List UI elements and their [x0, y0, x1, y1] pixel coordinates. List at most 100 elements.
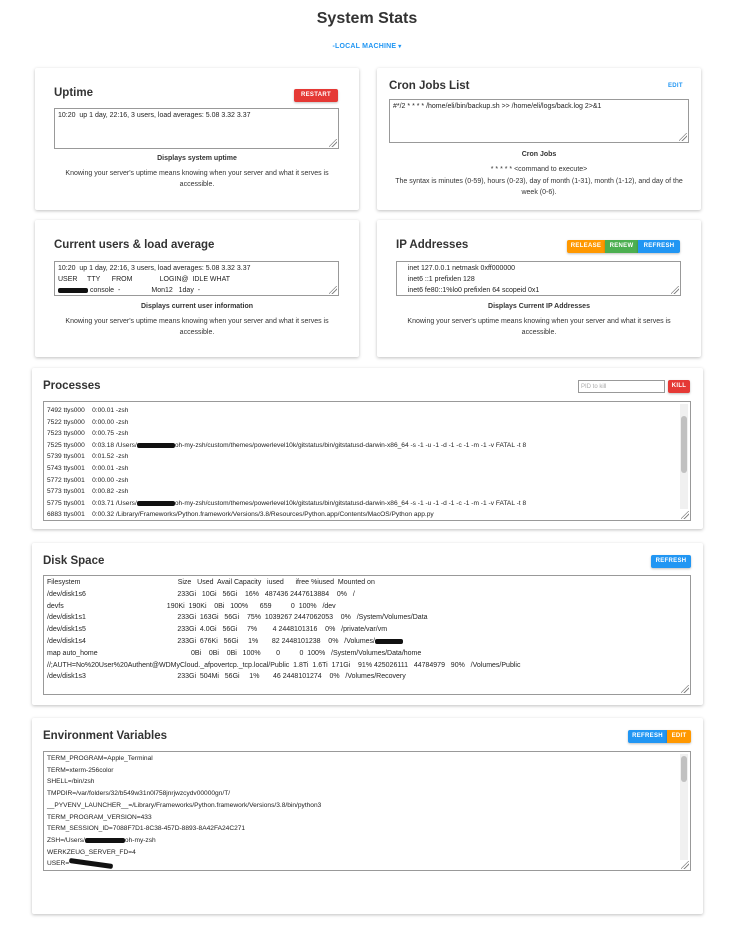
machine-select[interactable]: -LOCAL MACHINE ▾	[0, 43, 734, 50]
ip-description: Knowing your server's uptime means knowi…	[407, 318, 671, 336]
users-line: 10:20 up 1 day, 22:16, 3 users, load ave…	[58, 265, 251, 272]
env-row: TERM_SESSION_ID=7088F7D1-8C38-457D-8893-…	[47, 825, 246, 833]
refresh-button[interactable]: REFRESH	[638, 240, 680, 253]
processes-scrollbar[interactable]	[680, 404, 688, 509]
process-row-head: 5775 ttys001 0:03.71 /Users/	[47, 499, 137, 507]
resize-handle-icon[interactable]	[681, 685, 689, 693]
ip-caption: Displays Current IP Addresses	[488, 303, 590, 310]
disk-row: devfs 190Ki 190Ki 0Bi 100% 659 0 100% /d…	[47, 602, 336, 610]
resize-handle-icon[interactable]	[329, 286, 337, 294]
chevron-down-icon: ▾	[398, 44, 402, 50]
disk-refresh-button[interactable]: REFRESH	[651, 555, 691, 568]
resize-handle-icon[interactable]	[329, 139, 337, 147]
page-title: System Stats	[316, 10, 418, 27]
ip-card: IP Addresses RELEASE RENEW REFRESH inet …	[377, 220, 701, 357]
disk-row: /dev/disk1s1 233Gi 163Gi 56Gi 75% 103926…	[47, 614, 428, 622]
processes-scroll-thumb[interactable]	[681, 416, 687, 473]
disk-row: map auto_home 0Bi 0Bi 0Bi 100% 0 0 100% …	[47, 649, 422, 657]
cron-textarea[interactable]: #*/2 * * * * /home/eli/bin/backup.sh >> …	[389, 99, 689, 143]
resize-handle-icon[interactable]	[679, 133, 687, 141]
users-textarea[interactable]: 10:20 up 1 day, 22:16, 3 users, load ave…	[54, 261, 339, 296]
process-row: 5739 ttys001 0:01.52 -zsh	[47, 453, 129, 461]
disk-row-text: /dev/disk1s4 233Gi 676Ki 56Gi 1% 82 2448…	[47, 637, 375, 645]
disk-textarea[interactable]: Filesystem Size Used Avail Capacity iuse…	[43, 575, 691, 695]
resize-handle-icon[interactable]	[681, 861, 689, 869]
redaction-mark	[375, 638, 403, 644]
env-scroll-thumb[interactable]	[681, 756, 687, 782]
process-row-head: 7525 ttys000 0:03.18 /Users/	[47, 441, 137, 449]
process-row: 5773 ttys001 0:00.82 -zsh	[47, 488, 129, 496]
disk-row: /dev/disk1s5 233Gi 4.0Gi 56Gi 7% 4 24481…	[47, 626, 388, 634]
users-line: console - Mon12 1day -	[58, 285, 335, 295]
process-row: 7522 ttys000 0:00.00 -zsh	[47, 418, 129, 426]
uptime-textarea[interactable]: 10:20 up 1 day, 22:16, 3 users, load ave…	[54, 108, 339, 149]
renew-button[interactable]: RENEW	[605, 240, 638, 253]
process-row-tail: oh-my-zsh/custom/themes/powerlevel10k/gi…	[174, 499, 527, 507]
env-row-tail: oh-my-zsh	[124, 836, 156, 844]
process-row: 5772 ttys001 0:00.00 -zsh	[47, 476, 129, 484]
cron-syntax-line: * * * * * <command to execute>	[490, 166, 588, 173]
ip-title: IP Addresses	[396, 239, 469, 251]
env-row: TMPDIR=/var/folders/32/b549w31n0l758jnrj…	[47, 790, 231, 798]
env-row: TERM_PROGRAM_VERSION=433	[47, 813, 152, 821]
processes-textarea[interactable]: 7492 ttys000 0:00.01 -zsh 7522 ttys000 0…	[43, 401, 691, 521]
env-row: __PYVENV_LAUNCHER__=/Library/Frameworks/…	[47, 801, 322, 809]
uptime-text: 10:20 up 1 day, 22:16, 3 users, load ave…	[58, 112, 251, 119]
uptime-caption: Displays system uptime	[157, 155, 237, 162]
env-row: USER=	[47, 858, 687, 870]
cron-description: The syntax is minutes (0-59), hours (0-2…	[395, 178, 683, 196]
disk-row: Filesystem Size Used Avail Capacity iuse…	[47, 579, 375, 586]
env-title: Environment Variables	[43, 730, 167, 742]
resize-handle-icon[interactable]	[681, 511, 689, 519]
cron-card: Cron Jobs List EDIT #*/2 * * * * /home/e…	[377, 68, 701, 210]
uptime-card: Uptime RESTART 10:20 up 1 day, 22:16, 3 …	[35, 68, 359, 210]
env-scrollbar[interactable]	[680, 754, 688, 860]
cron-edit-link[interactable]: EDIT	[668, 83, 683, 89]
restart-button[interactable]: RESTART	[294, 89, 338, 102]
redaction-mark	[84, 837, 125, 843]
env-refresh-button[interactable]: REFRESH	[628, 730, 667, 743]
kill-button[interactable]: KILL	[668, 380, 690, 393]
users-card: Current users & load average 10:20 up 1 …	[35, 220, 359, 357]
env-row-head: ZSH=/Users/	[47, 836, 85, 844]
users-line: USER TTY FROM LOGIN@ IDLE WHAT	[58, 276, 231, 283]
env-row-head: USER=	[47, 860, 70, 868]
processes-card: Processes PID to kill KILL 7492 ttys000 …	[32, 368, 703, 529]
process-row-tail: oh-my-zsh/custom/themes/powerlevel10k/gi…	[174, 441, 527, 449]
disk-card: Disk Space REFRESH Filesystem Size Used …	[32, 543, 703, 705]
redaction-mark	[136, 442, 175, 448]
disk-row: /dev/disk1s3 233Gi 504Mi 56Gi 1% 46 2448…	[47, 673, 406, 681]
ip-line: inet6 ::1 prefixlen 128	[400, 276, 475, 283]
disk-row: /dev/disk1s6 233Gi 10Gi 56Gi 16% 487436 …	[47, 590, 355, 598]
users-title: Current users & load average	[54, 239, 215, 251]
process-row: 5743 ttys001 0:00.01 -zsh	[47, 464, 129, 472]
redaction-mark	[136, 500, 175, 506]
cron-text: #*/2 * * * * /home/eli/bin/backup.sh >> …	[393, 103, 602, 110]
env-edit-button[interactable]: EDIT	[667, 730, 691, 743]
users-line-text: console - Mon12 1day -	[88, 287, 201, 294]
uptime-description: Knowing your server's uptime means knowi…	[65, 170, 329, 188]
release-button[interactable]: RELEASE	[567, 240, 605, 253]
redaction-mark	[58, 287, 88, 293]
env-row: TERM_PROGRAM=Apple_Terminal	[47, 755, 153, 762]
cron-title: Cron Jobs List	[389, 80, 470, 92]
process-row: 5775 ttys001 0:03.71 /Users/oh-my-zsh/cu…	[47, 498, 687, 510]
process-row: 6883 ttys001 0:00.32 /Library/Frameworks…	[47, 511, 434, 519]
env-row: WERKZEUG_SERVER_FD=4	[47, 848, 136, 856]
env-card: Environment Variables REFRESH EDIT TERM_…	[32, 718, 703, 914]
processes-title: Processes	[43, 380, 101, 392]
cron-caption: Cron Jobs	[521, 151, 557, 158]
users-caption: Displays current user information	[140, 303, 254, 310]
ip-textarea[interactable]: inet 127.0.0.1 netmask 0xff000000 inet6 …	[396, 261, 681, 296]
ip-line: inet6 fe80::1%lo0 prefixlen 64 scopeid 0…	[400, 287, 540, 294]
uptime-title: Uptime	[54, 87, 93, 99]
env-textarea[interactable]: TERM_PROGRAM=Apple_Terminal TERM=xterm-2…	[43, 751, 691, 871]
pid-input[interactable]: PID to kill	[578, 380, 665, 393]
disk-row: /dev/disk1s4 233Gi 676Ki 56Gi 1% 82 2448…	[47, 636, 687, 648]
disk-row: //;AUTH=No%20User%20Authent@WDMyCloud._a…	[47, 661, 521, 669]
disk-title: Disk Space	[43, 555, 105, 567]
resize-handle-icon[interactable]	[671, 286, 679, 294]
users-description: Knowing your server's uptime means knowi…	[65, 318, 329, 336]
process-row: 7523 ttys000 0:00.75 -zsh	[47, 430, 129, 438]
env-row: ZSH=/Users/oh-my-zsh	[47, 835, 687, 847]
